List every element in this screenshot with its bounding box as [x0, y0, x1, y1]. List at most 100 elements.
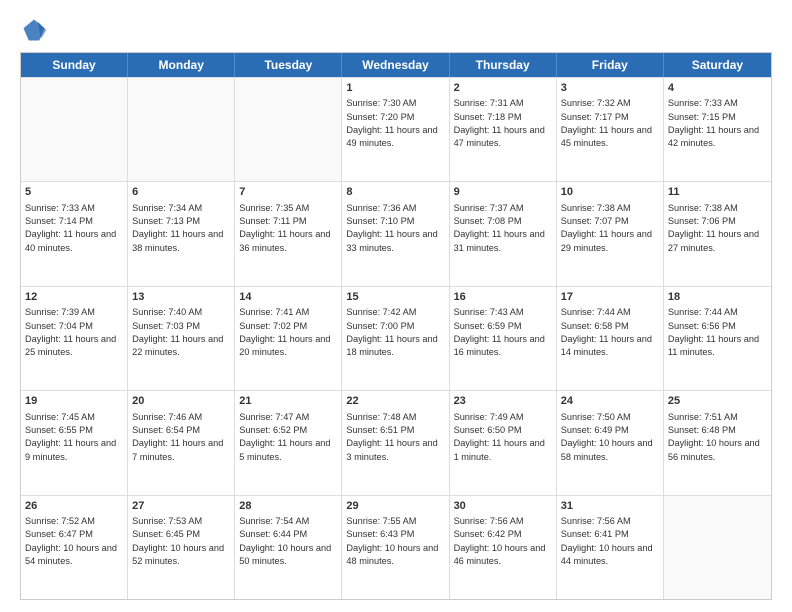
day-number: 10 [561, 185, 659, 200]
calendar-cell: 25Sunrise: 7:51 AM Sunset: 6:48 PM Dayli… [664, 391, 771, 494]
calendar-cell: 11 Sunrise: 7:38 AM Sunset: 7:06 PM Dayli… [664, 182, 771, 285]
cell-sun-info: Sunrise: 7:47 AM Sunset: 6:52 PM Dayligh… [239, 412, 330, 462]
cell-sun-info: Sunrise: 7:55 AM Sunset: 6:43 PM Dayligh… [346, 516, 438, 566]
cell-sun-info: Sunrise: 7:56 AM Sunset: 6:42 PM Dayligh… [454, 516, 546, 566]
calendar-row: 26 Sunrise: 7:52 AM Sunset: 6:47 PM Dayli… [21, 495, 771, 599]
cell-sun-info: Sunrise: 7:52 AM Sunset: 6:47 PM Dayligh… [25, 516, 117, 566]
day-number: 21 [239, 394, 337, 409]
day-number: 27 [132, 499, 230, 514]
day-number: 19 [25, 394, 123, 409]
cell-sun-info: Sunrise: 7:30 AM Sunset: 7:20 PM Dayligh… [346, 98, 437, 148]
cell-sun-info: Sunrise: 7:31 AM Sunset: 7:18 PM Dayligh… [454, 98, 545, 148]
day-number: 9 [454, 185, 552, 200]
day-number: 13 [132, 290, 230, 305]
cell-sun-info: Sunrise: 7:45 AM Sunset: 6:55 PM Dayligh… [25, 412, 116, 462]
calendar-cell [664, 496, 771, 599]
cell-sun-info: Sunrise: 7:56 AM Sunset: 6:41 PM Dayligh… [561, 516, 653, 566]
calendar-cell: 20Sunrise: 7:46 AM Sunset: 6:54 PM Dayli… [128, 391, 235, 494]
cell-sun-info: Sunrise: 7:37 AM Sunset: 7:08 PM Dayligh… [454, 203, 545, 253]
day-number: 1 [346, 81, 444, 96]
calendar-cell: 24 Sunrise: 7:50 AM Sunset: 6:49 PM Dayli… [557, 391, 664, 494]
day-number: 4 [668, 81, 767, 96]
page: SundayMondayTuesdayWednesdayThursdayFrid… [0, 0, 792, 612]
calendar-cell: 19 Sunrise: 7:45 AM Sunset: 6:55 PM Dayli… [21, 391, 128, 494]
calendar-cell: 13 Sunrise: 7:40 AM Sunset: 7:03 PM Dayli… [128, 287, 235, 390]
weekday-header: Wednesday [342, 53, 449, 77]
day-number: 29 [346, 499, 444, 514]
cell-sun-info: Sunrise: 7:42 AM Sunset: 7:00 PM Dayligh… [346, 307, 437, 357]
cell-sun-info: Sunrise: 7:36 AM Sunset: 7:10 PM Dayligh… [346, 203, 437, 253]
cell-sun-info: Sunrise: 7:53 AM Sunset: 6:45 PM Dayligh… [132, 516, 224, 566]
calendar-header-row: SundayMondayTuesdayWednesdayThursdayFrid… [21, 53, 771, 77]
weekday-header: Sunday [21, 53, 128, 77]
cell-sun-info: Sunrise: 7:44 AM Sunset: 6:58 PM Dayligh… [561, 307, 652, 357]
day-number: 24 [561, 394, 659, 409]
cell-sun-info: Sunrise: 7:35 AM Sunset: 7:11 PM Dayligh… [239, 203, 330, 253]
calendar-cell: 7 Sunrise: 7:35 AM Sunset: 7:11 PM Daylig… [235, 182, 342, 285]
cell-sun-info: Sunrise: 7:40 AM Sunset: 7:03 PM Dayligh… [132, 307, 223, 357]
cell-sun-info: Sunrise: 7:54 AM Sunset: 6:44 PM Dayligh… [239, 516, 331, 566]
day-number: 23 [454, 394, 552, 409]
cell-sun-info: Sunrise: 7:49 AM Sunset: 6:50 PM Dayligh… [454, 412, 545, 462]
cell-sun-info: Sunrise: 7:38 AM Sunset: 7:06 PM Dayligh… [668, 203, 759, 253]
calendar-cell: 15 Sunrise: 7:42 AM Sunset: 7:00 PM Dayli… [342, 287, 449, 390]
weekday-header: Friday [557, 53, 664, 77]
day-number: 15 [346, 290, 444, 305]
calendar-cell: 27 Sunrise: 7:53 AM Sunset: 6:45 PM Dayli… [128, 496, 235, 599]
weekday-header: Monday [128, 53, 235, 77]
calendar-cell: 21 Sunrise: 7:47 AM Sunset: 6:52 PM Dayli… [235, 391, 342, 494]
calendar-cell: 26 Sunrise: 7:52 AM Sunset: 6:47 PM Dayli… [21, 496, 128, 599]
cell-sun-info: Sunrise: 7:38 AM Sunset: 7:07 PM Dayligh… [561, 203, 652, 253]
cell-sun-info: Sunrise: 7:33 AM Sunset: 7:15 PM Dayligh… [668, 98, 759, 148]
calendar-row: 12Sunrise: 7:39 AM Sunset: 7:04 PM Dayli… [21, 286, 771, 390]
calendar-cell: 18Sunrise: 7:44 AM Sunset: 6:56 PM Dayli… [664, 287, 771, 390]
cell-sun-info: Sunrise: 7:50 AM Sunset: 6:49 PM Dayligh… [561, 412, 653, 462]
logo-icon [20, 16, 48, 44]
calendar-cell [21, 78, 128, 181]
calendar-row: 5 Sunrise: 7:33 AM Sunset: 7:14 PM Daylig… [21, 181, 771, 285]
day-number: 28 [239, 499, 337, 514]
cell-sun-info: Sunrise: 7:44 AM Sunset: 6:56 PM Dayligh… [668, 307, 759, 357]
calendar-cell: 28 Sunrise: 7:54 AM Sunset: 6:44 PM Dayli… [235, 496, 342, 599]
calendar: SundayMondayTuesdayWednesdayThursdayFrid… [20, 52, 772, 600]
calendar-cell: 8Sunrise: 7:36 AM Sunset: 7:10 PM Daylig… [342, 182, 449, 285]
weekday-header: Tuesday [235, 53, 342, 77]
weekday-header: Thursday [450, 53, 557, 77]
calendar-cell: 6 Sunrise: 7:34 AM Sunset: 7:13 PM Daylig… [128, 182, 235, 285]
logo [20, 16, 52, 44]
calendar-cell: 5 Sunrise: 7:33 AM Sunset: 7:14 PM Daylig… [21, 182, 128, 285]
calendar-cell: 30Sunrise: 7:56 AM Sunset: 6:42 PM Dayli… [450, 496, 557, 599]
day-number: 6 [132, 185, 230, 200]
day-number: 26 [25, 499, 123, 514]
calendar-body: 1 Sunrise: 7:30 AM Sunset: 7:20 PM Daylig… [21, 77, 771, 599]
calendar-cell: 9 Sunrise: 7:37 AM Sunset: 7:08 PM Daylig… [450, 182, 557, 285]
day-number: 31 [561, 499, 659, 514]
calendar-cell: 12Sunrise: 7:39 AM Sunset: 7:04 PM Dayli… [21, 287, 128, 390]
calendar-cell: 2 Sunrise: 7:31 AM Sunset: 7:18 PM Daylig… [450, 78, 557, 181]
day-number: 20 [132, 394, 230, 409]
calendar-cell: 14Sunrise: 7:41 AM Sunset: 7:02 PM Dayli… [235, 287, 342, 390]
calendar-row: 1 Sunrise: 7:30 AM Sunset: 7:20 PM Daylig… [21, 77, 771, 181]
cell-sun-info: Sunrise: 7:34 AM Sunset: 7:13 PM Dayligh… [132, 203, 223, 253]
cell-sun-info: Sunrise: 7:32 AM Sunset: 7:17 PM Dayligh… [561, 98, 652, 148]
cell-sun-info: Sunrise: 7:33 AM Sunset: 7:14 PM Dayligh… [25, 203, 116, 253]
day-number: 12 [25, 290, 123, 305]
day-number: 22 [346, 394, 444, 409]
day-number: 5 [25, 185, 123, 200]
calendar-cell [235, 78, 342, 181]
calendar-cell: 22 Sunrise: 7:48 AM Sunset: 6:51 PM Dayli… [342, 391, 449, 494]
day-number: 11 [668, 185, 767, 200]
weekday-header: Saturday [664, 53, 771, 77]
day-number: 2 [454, 81, 552, 96]
calendar-cell: 17 Sunrise: 7:44 AM Sunset: 6:58 PM Dayli… [557, 287, 664, 390]
day-number: 17 [561, 290, 659, 305]
calendar-cell: 31 Sunrise: 7:56 AM Sunset: 6:41 PM Dayli… [557, 496, 664, 599]
calendar-cell: 10 Sunrise: 7:38 AM Sunset: 7:07 PM Dayli… [557, 182, 664, 285]
calendar-cell: 3 Sunrise: 7:32 AM Sunset: 7:17 PM Daylig… [557, 78, 664, 181]
day-number: 7 [239, 185, 337, 200]
calendar-cell: 29 Sunrise: 7:55 AM Sunset: 6:43 PM Dayli… [342, 496, 449, 599]
day-number: 3 [561, 81, 659, 96]
day-number: 25 [668, 394, 767, 409]
calendar-cell: 1 Sunrise: 7:30 AM Sunset: 7:20 PM Daylig… [342, 78, 449, 181]
cell-sun-info: Sunrise: 7:48 AM Sunset: 6:51 PM Dayligh… [346, 412, 437, 462]
